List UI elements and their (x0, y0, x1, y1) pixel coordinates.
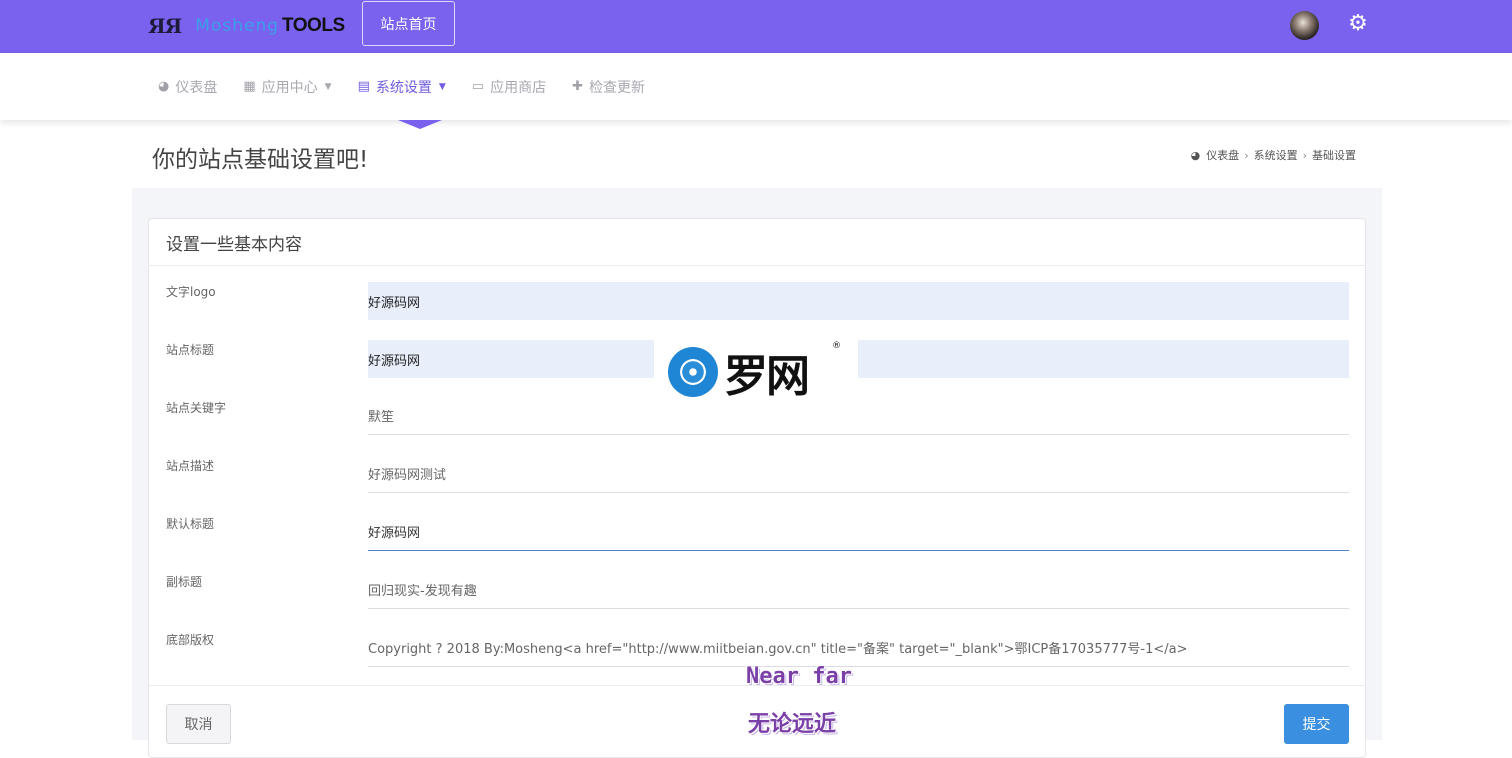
footer-copyright-input[interactable] (368, 629, 1349, 667)
grid-icon: ▦ (243, 79, 256, 94)
table-icon: ▤ (357, 79, 370, 94)
site-description-input[interactable] (368, 455, 1349, 493)
watermark-text: 罗网 (724, 351, 810, 402)
text-logo-input[interactable] (368, 282, 1349, 320)
field-label-default-title: 默认标题 (166, 517, 215, 531)
nav-item-label: 系统设置 (375, 79, 432, 96)
field-label-site-keywords: 站点关键字 (166, 401, 227, 415)
top-bar: ЯЯ Mosheng TOOLS 站点首页 ⚙ (0, 0, 1512, 53)
gear-icon[interactable]: ⚙ (1346, 12, 1370, 36)
dashboard-icon: ◕ (158, 79, 170, 94)
brand-script: Mosheng (195, 16, 280, 36)
site-keywords-input[interactable] (368, 397, 1349, 435)
subtitle-input[interactable] (368, 571, 1349, 609)
dashboard-icon: ◕ (1190, 148, 1201, 162)
breadcrumb: ◕ 仪表盘 › 系统设置 › 基础设置 (1191, 147, 1356, 163)
active-nav-pointer (398, 120, 442, 129)
breadcrumb-item: 基础设置 (1312, 149, 1356, 162)
watermark-logo: 罗网 (654, 337, 858, 407)
nav-item-label: 应用中心 (261, 79, 318, 96)
site-home-button[interactable]: 站点首页 (362, 1, 455, 46)
nav-item-system-settings[interactable]: ▤ 系统设置 ▼ (358, 77, 446, 97)
submit-button[interactable]: 提交 (1284, 704, 1349, 744)
default-title-input[interactable] (368, 513, 1349, 551)
nav-item-app-center[interactable]: ▦ 应用中心 ▼ (243, 77, 331, 97)
breadcrumb-item[interactable]: 仪表盘 (1206, 147, 1239, 163)
site-title-input[interactable] (368, 340, 1349, 378)
watermark-caption-en: Near far (746, 664, 852, 689)
registered-mark: ® (832, 341, 841, 351)
field-label-footer-copyright: 底部版权 (166, 633, 215, 647)
field-label-subtitle: 副标题 (166, 575, 203, 589)
globe-icon (668, 347, 718, 397)
nav-item-label: 应用商店 (490, 79, 547, 96)
nav-item-label: 仪表盘 (175, 79, 218, 96)
brand-tools: TOOLS (282, 15, 345, 36)
nav-item-check-update[interactable]: ✚ 检查更新 (572, 77, 645, 97)
laptop-icon: ▭ (471, 79, 485, 94)
brand-logo[interactable]: ЯЯ Mosheng TOOLS (148, 12, 345, 40)
field-label-site-description: 站点描述 (166, 459, 215, 473)
chevron-right-icon: › (1244, 148, 1249, 162)
avatar[interactable] (1290, 11, 1319, 40)
caret-down-icon: ▼ (438, 81, 446, 92)
brand-mark: ЯЯ (148, 14, 182, 38)
watermark-caption-zh: 无论远近 (748, 712, 837, 737)
main-nav: ◕ 仪表盘 ▦ 应用中心 ▼ ▤ 系统设置 ▼ ▭ 应用商店 ✚ 检查更新 (0, 53, 1512, 120)
cancel-button[interactable]: 取消 (166, 704, 231, 744)
card-title: 设置一些基本内容 (166, 235, 302, 255)
puzzle-icon: ✚ (572, 79, 583, 94)
chevron-right-icon: › (1302, 148, 1307, 162)
nav-item-dashboard[interactable]: ◕ 仪表盘 (158, 77, 217, 97)
page-title: 你的站点基础设置吧! (152, 147, 369, 173)
nav-item-label: 检查更新 (588, 79, 645, 96)
nav-item-app-store[interactable]: ▭ 应用商店 (472, 77, 546, 97)
field-label-text-logo: 文字logo (166, 285, 216, 299)
caret-down-icon: ▼ (324, 81, 332, 92)
breadcrumb-item[interactable]: 系统设置 (1254, 147, 1298, 163)
divider (149, 265, 1365, 266)
field-label-site-title: 站点标题 (166, 343, 215, 357)
